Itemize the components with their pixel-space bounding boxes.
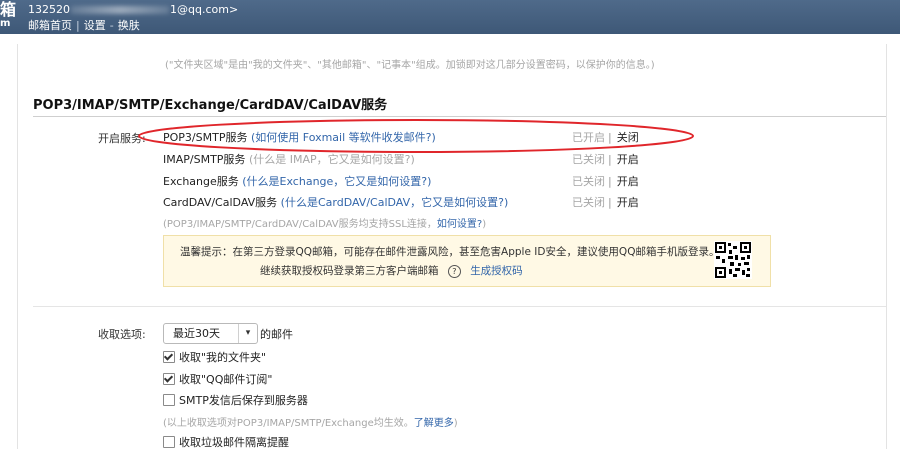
logo: 箱 (0, 0, 17, 19)
receive-range-select[interactable]: 最近30天 ▾ (163, 323, 258, 344)
toggle-link[interactable]: 开启 (617, 175, 639, 188)
receive-suffix: 的邮件 (260, 328, 293, 341)
service-name: POP3/SMTP服务 (163, 131, 248, 144)
logo-sub: m (0, 18, 11, 29)
warning-box: 温馨提示：在第三方登录QQ邮箱，可能存在邮件泄露风险，甚至危害Apple ID安… (163, 235, 771, 287)
select-value: 最近30天 (173, 327, 220, 340)
checkbox-label: SMTP发信后保存到服务器 (179, 394, 308, 407)
service-status-imap: 已关闭 | 开启 (572, 151, 639, 167)
status-text: 已关闭 (572, 175, 605, 188)
warning-text: 温馨提示：在第三方登录QQ邮箱，可能存在邮件泄露风险，甚至危害Apple ID安… (180, 246, 720, 258)
service-row-caldav: CardDAV/CalDAV服务 (什么是CardDAV/CalDAV，它又是如… (163, 194, 508, 210)
checkbox-label: 收取"QQ邮件订阅" (179, 373, 273, 386)
service-help-link[interactable]: (什么是Exchange，它又是如何设置?) (242, 175, 431, 188)
settings-panel: ("文件夹区域"是由"我的文件夹"、"其他邮箱"、"记事本"组成。加锁即对这几部… (17, 44, 887, 449)
status-separator: | (608, 131, 612, 144)
service-help-link[interactable]: (如何使用 Foxmail 等软件收发邮件?) (251, 131, 436, 144)
learn-more-link[interactable]: 了解更多 (414, 418, 454, 429)
toggle-link[interactable]: 开启 (617, 153, 639, 166)
help-circle-icon[interactable]: ? (447, 265, 461, 278)
service-help-link[interactable]: (什么是CardDAV/CalDAV，它又是如何设置?) (281, 196, 509, 209)
qr-code-icon (714, 241, 752, 279)
receive-note: (以上收取选项对POP3/IMAP/SMTP/Exchange均生效。了解更多) (163, 414, 458, 429)
enable-service-label: 开启服务: (98, 132, 146, 145)
status-text: 已开启 (572, 131, 605, 144)
warning-action-line: 继续获取授权码登录第三方客户端邮箱 ? 生成授权码 (260, 263, 523, 278)
warning-continue-text: 继续获取授权码登录第三方客户端邮箱 (260, 265, 439, 277)
header-nav: 邮箱首页 | 设置 - 换肤 (28, 17, 140, 33)
checkbox-smtp-save[interactable] (163, 394, 175, 406)
service-status-pop3: 已开启 | 关闭 (572, 129, 639, 145)
checkbox-label: 收取垃圾邮件隔离提醒 (179, 436, 289, 449)
ssl-how-link[interactable]: 如何设置? (437, 219, 482, 230)
status-text: 已关闭 (572, 196, 605, 209)
redacted-text (71, 6, 169, 14)
nav-separator: | (76, 19, 80, 32)
account-prefix: 132520 (28, 3, 70, 16)
checkbox-qq-subscriptions[interactable] (163, 373, 175, 385)
ssl-note: (POP3/IMAP/SMTP/CardDAV/CalDAV服务均支持SSL连接… (163, 215, 486, 230)
nav-separator: - (109, 19, 114, 32)
folder-lock-description: ("文件夹区域"是由"我的文件夹"、"其他邮箱"、"记事本"组成。加锁即对这几部… (165, 60, 655, 71)
checkbox-spam-alert[interactable] (163, 436, 175, 448)
section-divider (33, 116, 886, 117)
account-suffix: 1@qq.com> (170, 3, 239, 16)
checkbox-my-folders[interactable] (163, 351, 175, 363)
receive-note-end: ) (453, 418, 458, 429)
service-name: CardDAV/CalDAV服务 (163, 196, 278, 209)
top-bar: 箱 m 132520 1@qq.com> 邮箱首页 | 设置 - 换肤 (0, 0, 900, 34)
nav-skin[interactable]: 换肤 (118, 19, 140, 32)
section-divider (33, 306, 886, 307)
service-help-link[interactable]: (什么是 IMAP，它又是如何设置?) (249, 153, 415, 166)
checkbox-label: 收取"我的文件夹" (179, 351, 267, 364)
chevron-updown-icon: ▾ (238, 324, 257, 343)
ssl-note-text: (POP3/IMAP/SMTP/CardDAV/CalDAV服务均支持SSL连接… (163, 219, 437, 230)
status-separator: | (608, 196, 612, 209)
account-address: 132520 1@qq.com> (28, 3, 238, 16)
section-title: POP3/IMAP/SMTP/Exchange/CardDAV/CalDAV服务 (33, 98, 388, 113)
nav-mail-home[interactable]: 邮箱首页 (28, 19, 72, 32)
status-text: 已关闭 (572, 153, 605, 166)
receive-options-label: 收取选项: (98, 328, 146, 341)
status-separator: | (608, 153, 612, 166)
service-name: Exchange服务 (163, 175, 239, 188)
receive-note-text: (以上收取选项对POP3/IMAP/SMTP/Exchange均生效。 (163, 418, 414, 429)
toggle-link[interactable]: 关闭 (617, 131, 639, 144)
nav-settings[interactable]: 设置 (84, 19, 106, 32)
generate-auth-code-link[interactable]: 生成授权码 (470, 265, 523, 277)
status-separator: | (608, 175, 612, 188)
toggle-link[interactable]: 开启 (617, 196, 639, 209)
service-status-caldav: 已关闭 | 开启 (572, 194, 639, 210)
service-row-pop3: POP3/SMTP服务 (如何使用 Foxmail 等软件收发邮件?) (163, 129, 436, 145)
service-name: IMAP/SMTP服务 (163, 153, 246, 166)
ssl-note-end: ) (482, 219, 487, 230)
service-row-exchange: Exchange服务 (什么是Exchange，它又是如何设置?) (163, 173, 431, 189)
service-row-imap: IMAP/SMTP服务 (什么是 IMAP，它又是如何设置?) (163, 151, 415, 167)
service-status-exchange: 已关闭 | 开启 (572, 173, 639, 189)
